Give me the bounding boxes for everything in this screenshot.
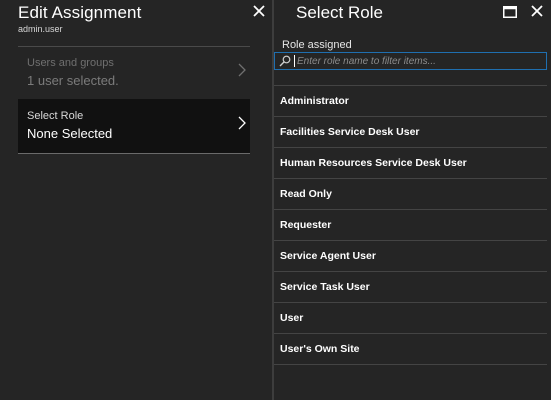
users-and-groups-value: 1 user selected. <box>27 73 119 88</box>
maximize-button[interactable] <box>503 5 517 18</box>
maximize-icon <box>503 6 517 18</box>
role-list: Administrator Facilities Service Desk Us… <box>274 85 547 365</box>
chevron-right-icon <box>238 63 246 77</box>
search-icon <box>279 55 291 67</box>
edit-assignment-blade: Edit Assignment admin.user Users and gro… <box>0 0 272 400</box>
blade-title: Edit Assignment <box>18 3 142 22</box>
role-item-user[interactable]: User <box>274 302 547 333</box>
role-item-service-task-user[interactable]: Service Task User <box>274 271 547 302</box>
users-and-groups-label: Users and groups <box>27 57 114 69</box>
users-and-groups-item[interactable]: Users and groups 1 user selected. <box>18 46 250 99</box>
close-icon <box>531 5 543 17</box>
role-item-label: Service Agent User <box>280 250 376 262</box>
role-item-label: Requester <box>280 219 332 231</box>
role-item-service-agent-user[interactable]: Service Agent User <box>274 240 547 271</box>
select-role-item[interactable]: Select Role None Selected <box>18 99 250 154</box>
select-role-label: Select Role <box>27 110 84 122</box>
role-item-read-only[interactable]: Read Only <box>274 178 547 209</box>
role-item-label: Read Only <box>280 188 332 200</box>
role-item-label: Facilities Service Desk User <box>280 126 420 138</box>
role-filter-box[interactable] <box>274 52 547 70</box>
role-item-human-resources-service-desk-user[interactable]: Human Resources Service Desk User <box>274 147 547 178</box>
chevron-right-icon <box>238 116 246 130</box>
role-assigned-label: Role assigned <box>282 39 352 51</box>
role-item-label: Administrator <box>280 95 349 107</box>
close-edit-assignment-button[interactable] <box>252 4 266 18</box>
text-caret <box>294 55 295 67</box>
role-item-requester[interactable]: Requester <box>274 209 547 240</box>
role-item-administrator[interactable]: Administrator <box>274 85 547 116</box>
blade-title: Select Role <box>296 3 383 22</box>
blade-subtitle: admin.user <box>18 24 63 34</box>
close-select-role-button[interactable] <box>530 4 544 18</box>
role-filter-input[interactable] <box>297 53 542 69</box>
role-item-facilities-service-desk-user[interactable]: Facilities Service Desk User <box>274 116 547 147</box>
role-item-label: Service Task User <box>280 281 370 293</box>
role-item-label: User <box>280 312 304 324</box>
role-item-users-own-site[interactable]: User's Own Site <box>274 333 547 365</box>
role-item-label: User's Own Site <box>280 343 360 355</box>
close-icon <box>253 5 265 17</box>
select-role-value: None Selected <box>27 126 113 141</box>
role-item-label: Human Resources Service Desk User <box>280 157 467 169</box>
select-role-blade: Select Role Role assigned Administrator … <box>274 0 551 400</box>
